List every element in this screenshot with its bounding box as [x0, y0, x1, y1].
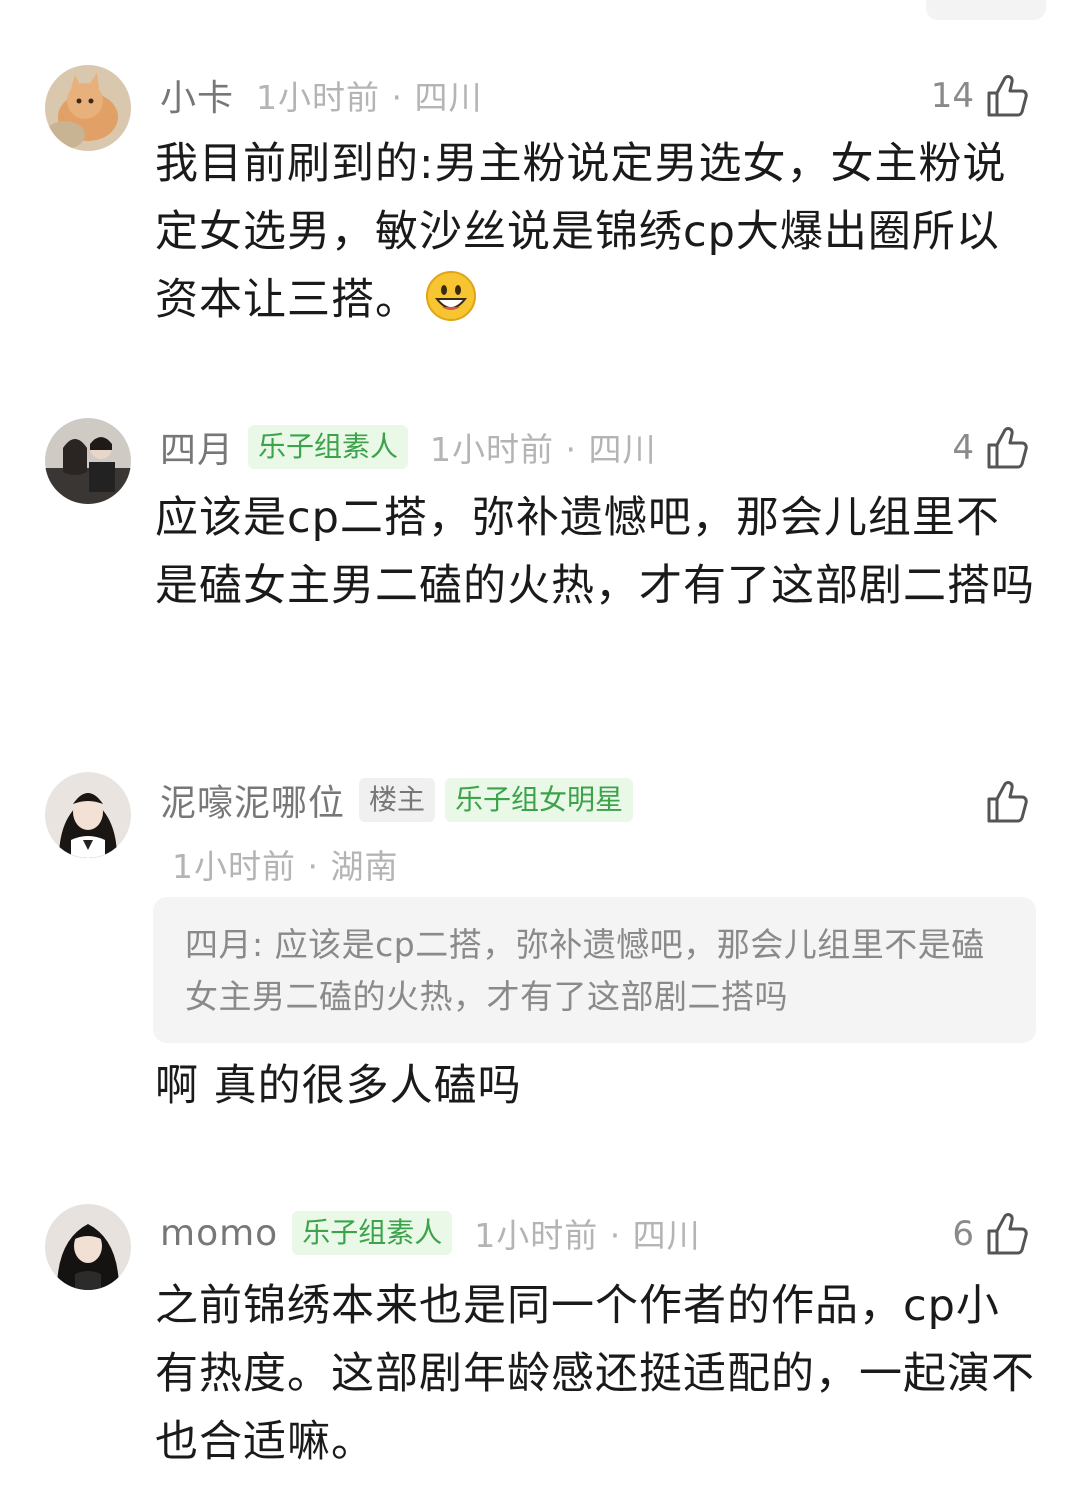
like-button[interactable]	[984, 776, 1032, 828]
avatar[interactable]	[45, 772, 131, 858]
comment-body: 我目前刷到的:男主粉说定男选女，女主粉说定女选男，敏沙丝说是锦绣cp大爆出圈所以…	[155, 139, 1007, 325]
cat-avatar-icon	[45, 65, 131, 151]
avatar[interactable]	[45, 418, 131, 504]
username[interactable]: 四月	[160, 421, 234, 473]
like-button[interactable]: 14	[931, 70, 1032, 122]
comment-text: 之前锦绣本来也是同一个作者的作品，cp小有热度。这部剧年龄感还挺适配的，一起演不…	[155, 1281, 1035, 1467]
like-count: 6	[952, 1214, 974, 1254]
girl-avatar-icon	[45, 772, 131, 858]
user-badge: 乐子组素人	[248, 425, 409, 469]
woman-avatar-icon	[45, 1204, 131, 1290]
grinning-face-emoji-icon	[426, 271, 476, 321]
couple-avatar-icon	[45, 418, 131, 504]
username[interactable]: momo	[160, 1213, 278, 1254]
time-location: 1小时前 · 四川	[474, 1216, 701, 1255]
like-count: 4	[952, 428, 974, 468]
comment-text: 啊 真的很多人磕吗	[155, 1061, 522, 1111]
like-count: 14	[930, 76, 974, 116]
top-toolbar-stub	[926, 0, 1046, 20]
comment-text: 我目前刷到的:男主粉说定男选女，女主粉说定女选男，敏沙丝说是锦绣cp大爆出圈所以…	[155, 130, 1040, 334]
avatar[interactable]	[45, 65, 131, 151]
time-location: 1小时前 · 湖南	[172, 847, 399, 886]
time-location: 1小时前 · 四川	[430, 430, 657, 469]
like-button[interactable]: 4	[952, 422, 1032, 474]
time-location: 1小时前 · 四川	[256, 78, 483, 117]
user-badge: 乐子组女明星	[445, 778, 634, 822]
thumbs-up-icon	[987, 75, 1028, 117]
user-badge: 乐子组素人	[292, 1211, 453, 1255]
thumbs-up-icon	[987, 427, 1028, 469]
comment-text: 应该是cp二搭，弥补遗憾吧，那会儿组里不是磕女主男二磕的火热，才有了这部剧二搭吗	[155, 493, 1035, 611]
author-badge: 楼主	[359, 778, 436, 822]
quote-author: 四月:	[185, 925, 264, 964]
like-button[interactable]: 6	[952, 1208, 1032, 1260]
quoted-reply[interactable]: 四月: 应该是cp二搭，弥补遗憾吧，那会儿组里不是磕女主男二磕的火热，才有了这部…	[153, 897, 1036, 1043]
avatar[interactable]	[45, 1204, 131, 1290]
thumbs-up-icon	[987, 781, 1028, 823]
username[interactable]: 小卡	[160, 69, 234, 121]
quote-text: 应该是cp二搭，弥补遗憾吧，那会儿组里不是磕女主男二磕的火热，才有了这部剧二搭吗	[185, 925, 985, 1016]
thumbs-up-icon	[987, 1213, 1028, 1255]
username[interactable]: 泥嚎泥哪位	[160, 774, 345, 826]
